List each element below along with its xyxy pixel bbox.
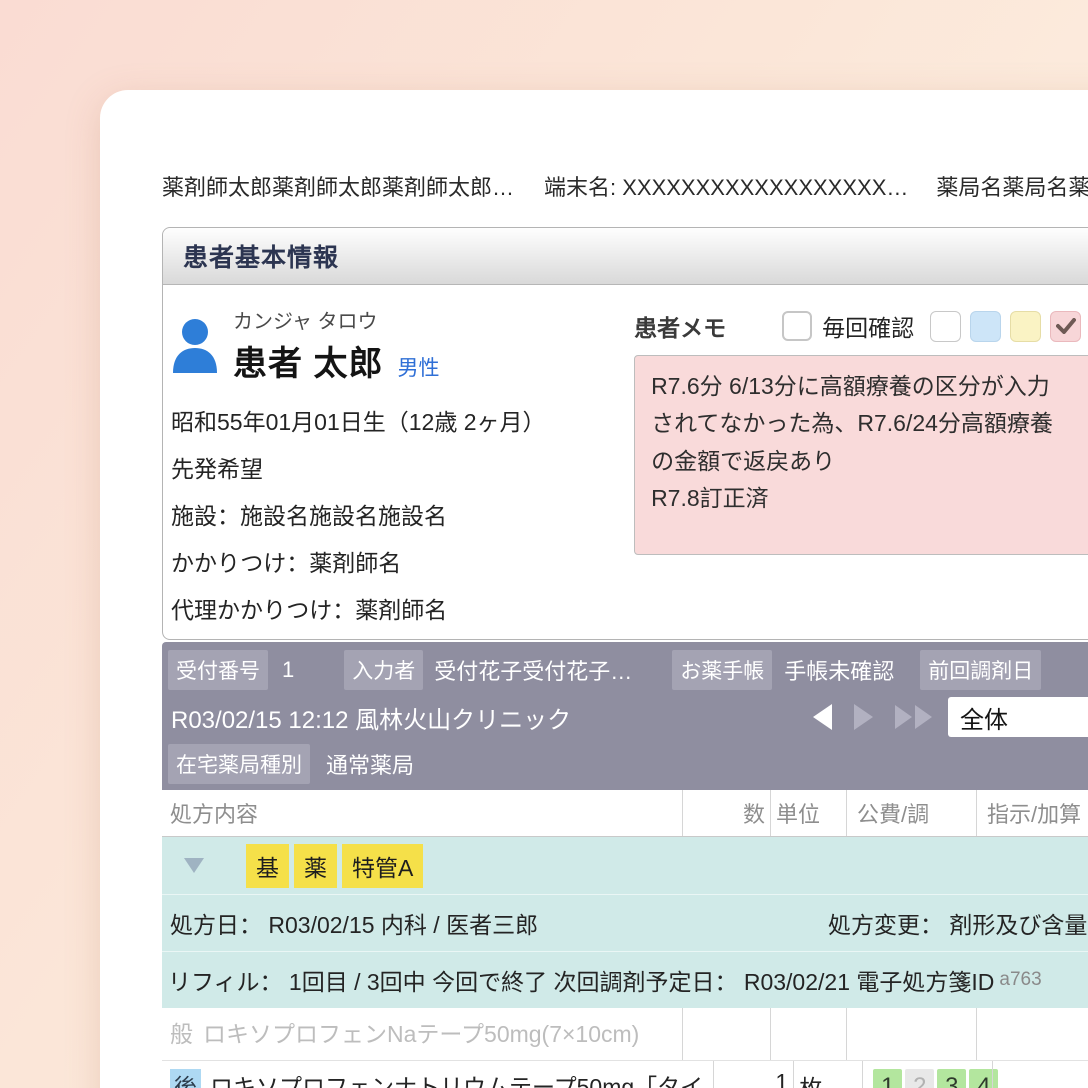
collapse-triangle-icon[interactable] [184,858,204,873]
deputy-pharmacist: 代理かかりつけ：薬剤師名 [171,591,634,625]
facility: 施設：施設名施設名施設名 [171,497,634,531]
rx-date-text: 処方日： R03/02/15 内科 / 医者三郎 [170,906,538,940]
memo-color-blue[interactable] [970,311,1001,342]
patient-birthdate: 昭和55年01月01日生（12歳 2ヶ月） [171,403,634,437]
pharmacist-name: 薬剤師太郎薬剤師太郎薬剤師太郎… [162,170,514,202]
input-person-value: 受付花子受付花子… [434,654,632,686]
tag-medicine: 薬 [294,844,337,888]
drug-name: ロキソプロフェンナトリウムテープ50mg「タイホー」 [170,1074,703,1088]
memo-label: 患者メモ [634,309,726,343]
status-bar: 薬剤師太郎薬剤師太郎薬剤師太郎… 端末名: XXXXXXXXXXXXXXXXXX… [162,170,1088,202]
rx-group-header[interactable]: 基 薬 特管A [162,837,1088,895]
memo-color-white[interactable] [930,311,961,342]
patient-memo-area: 患者メモ 毎回確認 [634,285,1088,639]
memo-color-yellow[interactable] [1010,311,1041,342]
header-qty: 数 [682,790,770,836]
home-pharmacy-type-label: 在宅薬局種別 [168,744,310,784]
rx-group-tags: 基 薬 特管A [246,844,423,888]
prev-record-icon[interactable] [813,704,832,730]
kohi-box-1[interactable]: 1 [873,1069,902,1088]
drug-qty: 1 [713,1061,793,1088]
record-navigation [813,704,932,730]
previous-dispense-label: 前回調剤日 [920,650,1041,690]
medicine-notebook-label: お薬手帳 [672,650,772,690]
reception-row-3: 在宅薬局種別 通常薬局 [168,744,1088,784]
terminal-name: 端末名: XXXXXXXXXXXXXXXXXX… [544,170,908,202]
refill-row: リフィル： 1回目 / 3回中 今回で終了 次回調剤予定日： R03/02/21… [162,952,1088,1008]
medicine-notebook-status: 手帳未確認 [784,654,894,686]
patient-memo-text[interactable]: R7.6分 6/13分に高額療養の区分が入力 されてなかった為、R7.6/24分… [634,355,1088,555]
reception-number-value: 1 [282,657,294,683]
pharmacy-name: 薬局名薬局名薬局名… [936,170,1088,202]
header-addition: 指示/加算 [976,790,1088,836]
visit-info: R03/02/15 12:12 風林火山クリニック [168,700,571,735]
kohi-box-3[interactable]: 3 [937,1069,966,1088]
prescription-table: 処方内容 数 単位 公費/調 指示/加算 基 薬 特管A 処方日： R03/02… [162,790,1088,1088]
header-kohi: 公費/調 [846,790,976,836]
every-time-label: 毎回確認 [822,309,914,343]
reception-number-label: 受付番号 [168,650,268,690]
kohi-status-boxes: 1 2 3 4 [873,1069,998,1088]
kohi-box-2[interactable]: 2 [905,1069,934,1088]
brand-preference: 先発希望 [171,450,634,484]
main-window: 薬剤師太郎薬剤師太郎薬剤師太郎… 端末名: XXXXXXXXXXXXXXXXXX… [100,90,1088,1088]
patient-info-panel: 患者基本情報 カンジャ タロウ 患者 太郎 [162,227,1088,640]
header-content: 処方内容 [162,790,682,836]
reception-row-2: R03/02/15 12:12 風林火山クリニック 全体 [168,697,1088,737]
tag-tokkan-a: 特管A [342,844,423,888]
generic-unit [770,1008,846,1060]
tag-base: 基 [246,844,289,888]
reception-bar: 受付番号 1 入力者 受付花子受付花子… お薬手帳 手帳未確認 前回調剤日 R0… [162,642,1088,790]
generic-qty [682,1008,770,1060]
last-record-icon[interactable] [895,705,932,729]
tag-kouhatsu: 後 [170,1069,201,1088]
table-header-row: 処方内容 数 単位 公費/調 指示/加算 [162,790,1088,837]
home-pharmacy-type-value: 通常薬局 [326,748,414,780]
panel-title: 患者基本情報 [183,238,339,274]
rx-date-row: 処方日： R03/02/15 内科 / 医者三郎 処方変更： 剤形及び含量 [162,895,1088,952]
input-person-label: 入力者 [344,650,423,690]
generic-drug-name: ロキソプロフェンNaテープ50mg(7×10cm) [203,1021,639,1047]
patient-gender[interactable]: 男性 [397,352,439,382]
reception-row-1: 受付番号 1 入力者 受付花子受付花子… お薬手帳 手帳未確認 前回調剤日 [168,650,1088,690]
rx-change-text: 処方変更： 剤形及び含量 [828,906,1087,940]
tag-generic: 般 [170,1016,197,1054]
patient-icon [171,317,219,373]
e-prescription-id: a763 [999,969,1041,991]
table-row-drug[interactable]: 後ロキソプロフェンナトリウムテープ50mg「タイホー」 1 枚 1 2 3 4 [162,1061,1088,1088]
drug-unit: 枚 [793,1061,862,1088]
scope-select[interactable]: 全体 [948,697,1088,737]
check-icon [1056,318,1076,334]
next-record-icon[interactable] [854,704,873,730]
app-background: 薬剤師太郎薬剤師太郎薬剤師太郎… 端末名: XXXXXXXXXXXXXXXXXX… [0,0,1088,1088]
family-pharmacist: かかりつけ：薬剤師名 [171,544,634,578]
header-unit: 単位 [770,790,846,836]
patient-name: 患者 太郎 [233,336,383,385]
refill-text: リフィル： 1回目 / 3回中 今回で終了 次回調剤予定日： R03/02/21… [168,963,994,997]
table-row-generic-name[interactable]: 般ロキソプロフェンNaテープ50mg(7×10cm) [162,1008,1088,1061]
every-time-checkbox[interactable] [782,311,812,341]
memo-color-pink-selected[interactable] [1050,311,1081,342]
scope-select-value: 全体 [960,700,1008,735]
patient-summary: カンジャ タロウ 患者 太郎 男性 昭和55年01月01日生（12歳 2ヶ月） … [163,285,634,639]
patient-info-header: 患者基本情報 [163,228,1088,285]
memo-color-picker [930,311,1081,342]
patient-kana: カンジャ タロウ [233,305,439,334]
